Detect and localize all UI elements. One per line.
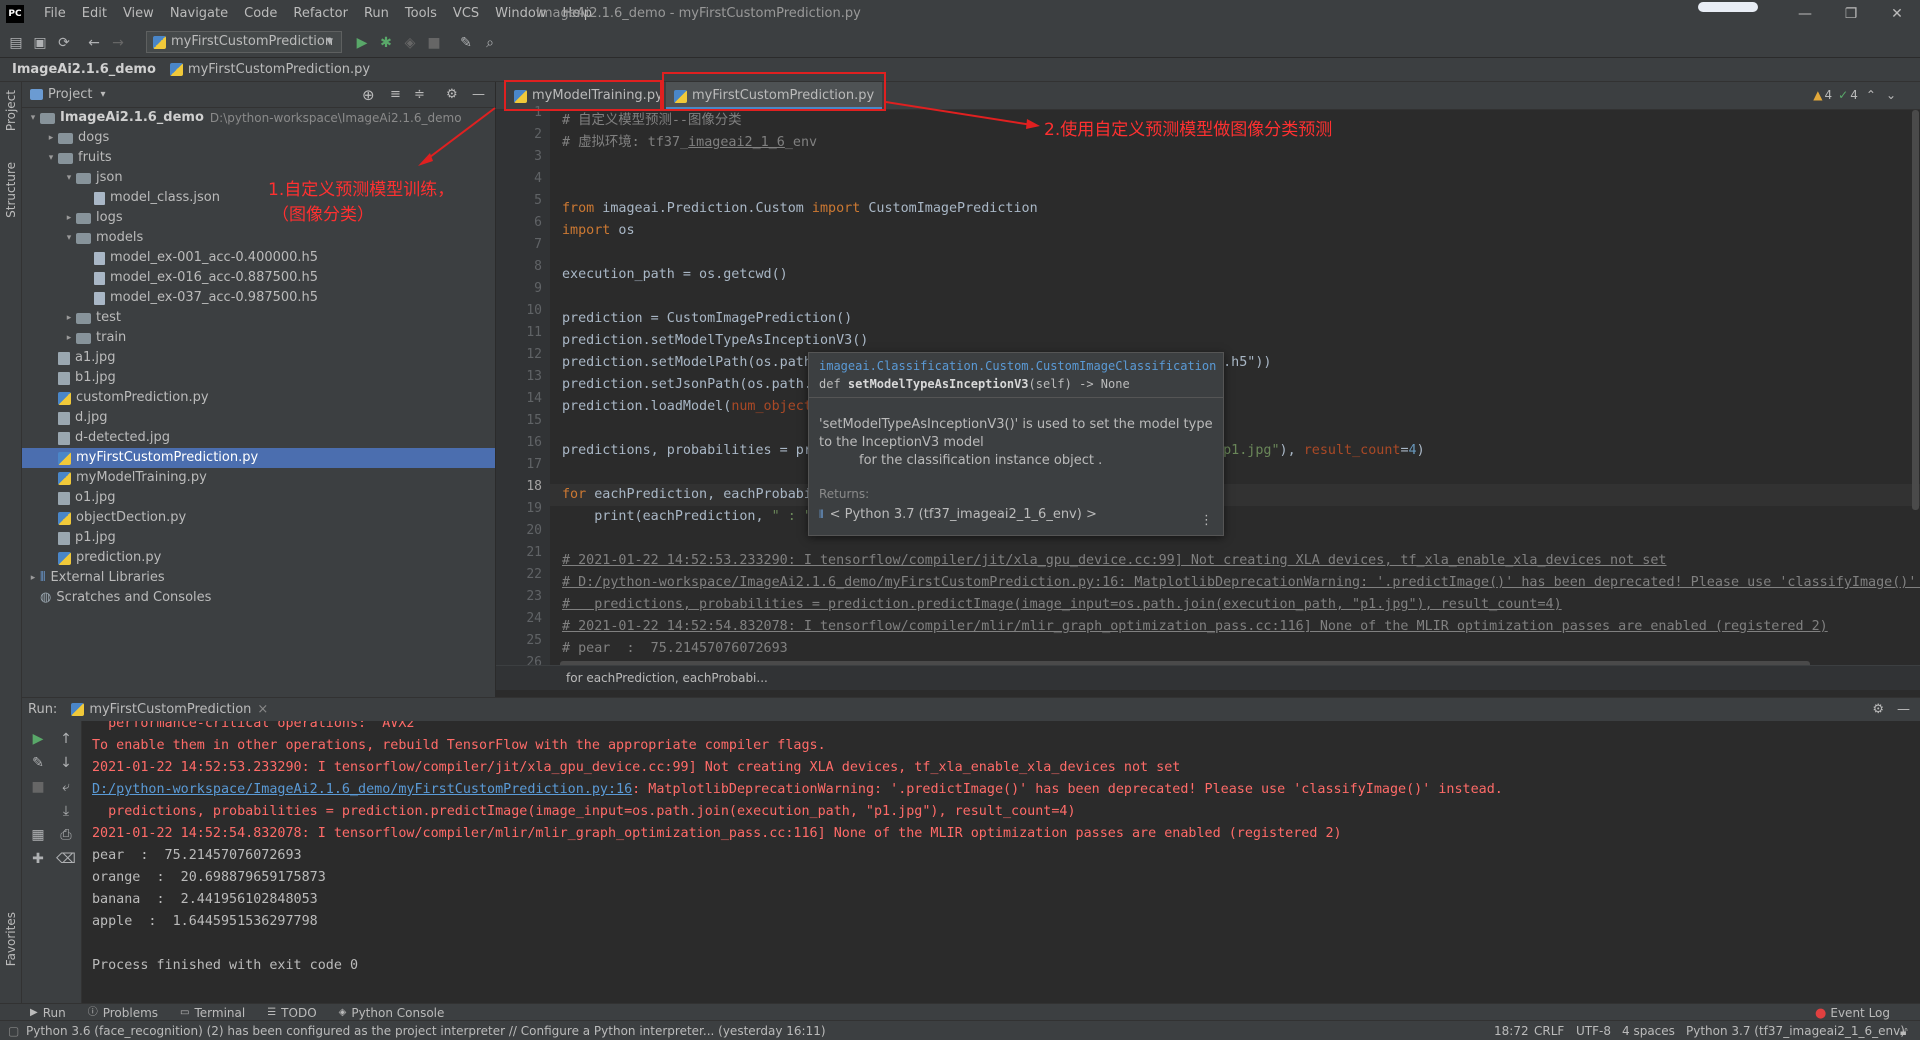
cursor-position[interactable]: 18:72 bbox=[1494, 1021, 1529, 1040]
gear-icon[interactable]: ⚙ bbox=[1872, 702, 1884, 717]
run-console[interactable]: performance-critical operations: AVX2 To … bbox=[82, 721, 1920, 1008]
annotation-training-line1: 1.自定义预测模型训练， bbox=[268, 180, 455, 200]
annotation-arrow-left bbox=[421, 107, 496, 164]
console-line: apple : 1.6445951536297798 bbox=[92, 914, 318, 929]
error-badge-icon: ● bbox=[1815, 1005, 1827, 1021]
hide-icon[interactable]: — bbox=[1897, 702, 1910, 717]
scroll-to-end-icon[interactable]: ⤓ bbox=[54, 799, 78, 823]
interpreter-selector[interactable]: Python 3.7 (tf37_imageai2_1_6_env) bbox=[1686, 1021, 1905, 1040]
status-indicator-icon: ▢ bbox=[8, 1024, 20, 1038]
status-message[interactable]: Python 3.6 (face_recognition) (2) has be… bbox=[26, 1021, 826, 1040]
console-line: D:/python-workspace/ImageAi2.1.6_demo/my… bbox=[92, 779, 1503, 801]
annotation-arrowhead bbox=[1026, 119, 1040, 129]
soft-wrap-icon[interactable]: ⤶ bbox=[54, 775, 78, 799]
pin-icon[interactable]: ✚ bbox=[26, 847, 50, 871]
scroll-down-icon[interactable]: ↓ bbox=[54, 751, 78, 775]
console-line: Process finished with exit code 0 bbox=[92, 958, 359, 973]
rerun-icon[interactable]: ▶ bbox=[26, 727, 50, 751]
status-bar: ▢ Python 3.6 (face_recognition) (2) has … bbox=[0, 1020, 1920, 1040]
annotation-prediction: 2.使用自定义预测模型做图像分类预测 bbox=[1044, 120, 1333, 140]
annotation-training-line2: （图像分类） bbox=[272, 205, 374, 225]
indent-setting[interactable]: 4 spaces bbox=[1622, 1021, 1675, 1040]
file-encoding[interactable]: UTF-8 bbox=[1576, 1021, 1611, 1040]
console-line: performance-critical operations: AVX2 bbox=[92, 721, 415, 731]
console-line: 2021-01-22 14:52:54.832078: I tensorflow… bbox=[92, 826, 1342, 841]
trash-icon[interactable]: ⌫ bbox=[54, 847, 78, 871]
console-file-link[interactable]: D:/python-workspace/ImageAi2.1.6_demo/my… bbox=[92, 782, 632, 797]
console-line: predictions, probabilities = prediction.… bbox=[92, 804, 1076, 819]
run-panel-header: Run: myFirstCustomPrediction × ⚙ — bbox=[22, 697, 1920, 721]
console-line: 2021-01-22 14:52:53.233290: I tensorflow… bbox=[92, 760, 1181, 775]
line-separator[interactable]: CRLF bbox=[1534, 1021, 1564, 1040]
console-line: orange : 20.698879659175873 bbox=[92, 870, 326, 885]
console-line: banana : 2.441956102848053 bbox=[92, 892, 318, 907]
close-tab-icon[interactable]: × bbox=[257, 702, 268, 717]
lock-icon[interactable]: 🔓︎ bbox=[1900, 1021, 1908, 1040]
run-tab-label[interactable]: myFirstCustomPrediction bbox=[89, 702, 251, 717]
annotation-arrow-right bbox=[885, 101, 1033, 126]
print-icon[interactable]: ⎙ bbox=[54, 823, 78, 847]
wrench-icon[interactable]: ✎ bbox=[26, 751, 50, 775]
run-panel-title: Run: bbox=[28, 702, 58, 717]
run-toolbar: ▶ ↑ ✎ ↓ ■ ⤶ ⤓ ▦ ⎙ ✚ ⌫ bbox=[22, 721, 82, 1008]
python-file-icon bbox=[71, 703, 85, 716]
layout-icon[interactable]: ▦ bbox=[26, 823, 50, 847]
console-text: : MatplotlibDeprecationWarning: '.predic… bbox=[632, 782, 1503, 797]
annotation-arrowhead bbox=[418, 153, 433, 166]
scroll-up-icon[interactable]: ↑ bbox=[54, 727, 78, 751]
tool-window-bar: ▶ Run ⓘ Problems ▭ Terminal ☰ TODO ◈ Python Conso… bbox=[0, 1003, 1920, 1021]
console-line: To enable them in other operations, rebu… bbox=[92, 738, 826, 753]
console-line: pear : 75.21457076072693 bbox=[92, 848, 302, 863]
stop-icon[interactable]: ■ bbox=[26, 775, 50, 799]
